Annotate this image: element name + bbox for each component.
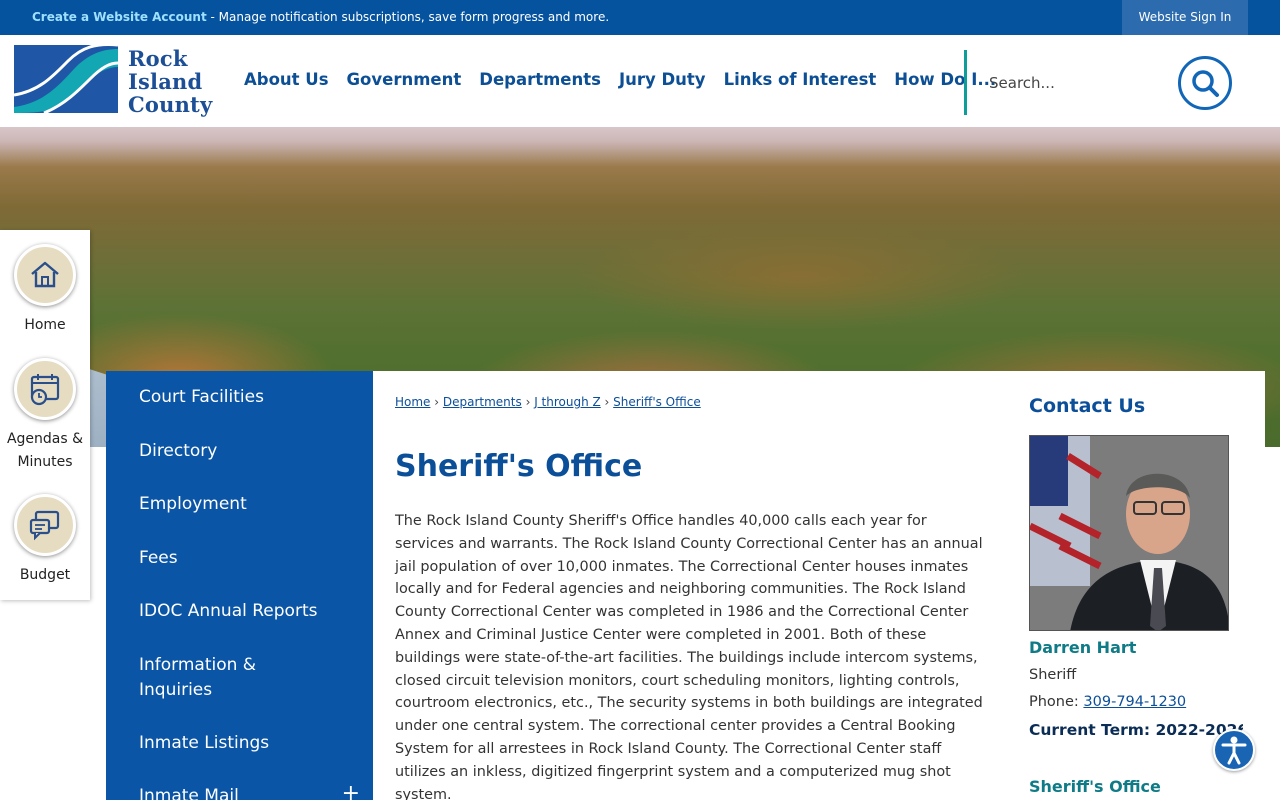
sidenav-item-court-facilities[interactable]: Court Facilities xyxy=(139,385,359,410)
quick-link-agendas[interactable]: Agendas & Minutes xyxy=(0,358,90,474)
logo-line: Rock xyxy=(128,46,188,71)
logo-line: Island xyxy=(128,69,203,94)
search-button[interactable] xyxy=(1178,56,1232,110)
sidenav-item-directory[interactable]: Directory xyxy=(139,439,359,464)
search-input[interactable]: Search... xyxy=(989,74,1055,92)
contact-subheading: Sheriff's Office xyxy=(1029,777,1161,796)
create-account-link[interactable]: Create a Website Account xyxy=(32,10,207,24)
breadcrumb-home[interactable]: Home xyxy=(395,395,430,409)
sign-in-button[interactable]: Website Sign In xyxy=(1122,0,1248,35)
quick-link-label: Agendas & Minutes xyxy=(6,431,84,470)
search-area: Search... xyxy=(964,50,1264,115)
sidenav-item-employment[interactable]: Employment xyxy=(139,492,359,517)
logo-line: County xyxy=(128,92,213,117)
quick-links-panel: Home Agendas & Minutes Budget xyxy=(0,230,90,600)
site-header: Rock Island County About Us Government D… xyxy=(0,35,1280,127)
contact-heading: Contact Us xyxy=(1029,395,1146,417)
sidenav-item-information[interactable]: Information & Inquiries xyxy=(139,653,289,703)
quick-link-circle xyxy=(14,244,76,306)
quick-link-label: Home xyxy=(24,317,66,333)
body-paragraph: The Rock Island County Sheriff's Office … xyxy=(395,513,983,800)
portrait-image xyxy=(1030,436,1228,630)
nav-links-of-interest[interactable]: Links of Interest xyxy=(724,70,877,89)
accessibility-button[interactable] xyxy=(1213,729,1255,771)
side-nav: Court Facilities Directory Employment Fe… xyxy=(106,371,373,800)
site-logo[interactable]: Rock Island County xyxy=(14,45,228,117)
breadcrumb: Home › Departments › J through Z › Sheri… xyxy=(395,395,701,409)
chat-document-icon xyxy=(29,510,60,541)
quick-link-circle xyxy=(14,358,76,420)
quick-link-circle xyxy=(14,494,76,556)
search-icon xyxy=(1192,70,1219,97)
sidenav-item-idoc-reports[interactable]: IDOC Annual Reports xyxy=(139,599,359,624)
logo-mark-icon xyxy=(14,45,118,113)
current-term: Current Term: 2022-2026 xyxy=(1029,721,1243,739)
home-icon xyxy=(31,261,59,288)
nav-jury-duty[interactable]: Jury Duty xyxy=(619,70,706,89)
nav-about-us[interactable]: About Us xyxy=(244,70,329,89)
account-message-text: - Manage notification subscriptions, sav… xyxy=(206,10,610,24)
logo-text: Rock Island County xyxy=(128,47,212,116)
accessibility-icon xyxy=(1221,736,1247,765)
sidenav-item-inmate-mail[interactable]: Inmate Mail xyxy=(139,784,359,800)
phone-link[interactable]: 309-794-1230 xyxy=(1083,694,1186,710)
breadcrumb-j-through-z[interactable]: J through Z xyxy=(534,395,601,409)
contact-name: Darren Hart xyxy=(1029,638,1137,657)
breadcrumb-departments[interactable]: Departments xyxy=(443,395,522,409)
nav-government[interactable]: Government xyxy=(347,70,462,89)
sidenav-item-fees[interactable]: Fees xyxy=(139,546,359,571)
main-content: Home › Departments › J through Z › Sheri… xyxy=(373,371,1265,800)
contact-panel: Contact Us Darren Hart Sheriff Phone: 30… xyxy=(1029,395,1259,796)
expand-icon[interactable]: + xyxy=(342,781,360,800)
contact-phone: Phone: 309-794-1230 xyxy=(1029,694,1186,710)
page-title: Sheriff's Office xyxy=(395,449,643,484)
top-bar: Create a Website Account - Manage notifi… xyxy=(0,0,1280,35)
phone-label: Phone: xyxy=(1029,694,1084,710)
nav-departments[interactable]: Departments xyxy=(479,70,601,89)
main-nav: About Us Government Departments Jury Dut… xyxy=(244,70,996,89)
quick-link-label: Budget xyxy=(19,567,71,583)
calendar-clock-icon xyxy=(30,374,60,406)
sheriff-photo xyxy=(1029,435,1229,631)
quick-link-budget[interactable]: Budget xyxy=(0,494,90,587)
breadcrumb-sheriffs-office[interactable]: Sheriff's Office xyxy=(613,395,701,409)
account-message: Create a Website Account - Manage notifi… xyxy=(32,10,609,24)
contact-role: Sheriff xyxy=(1029,667,1077,683)
quick-link-home[interactable]: Home xyxy=(0,244,90,337)
sidenav-item-inmate-listings[interactable]: Inmate Listings xyxy=(139,731,359,756)
